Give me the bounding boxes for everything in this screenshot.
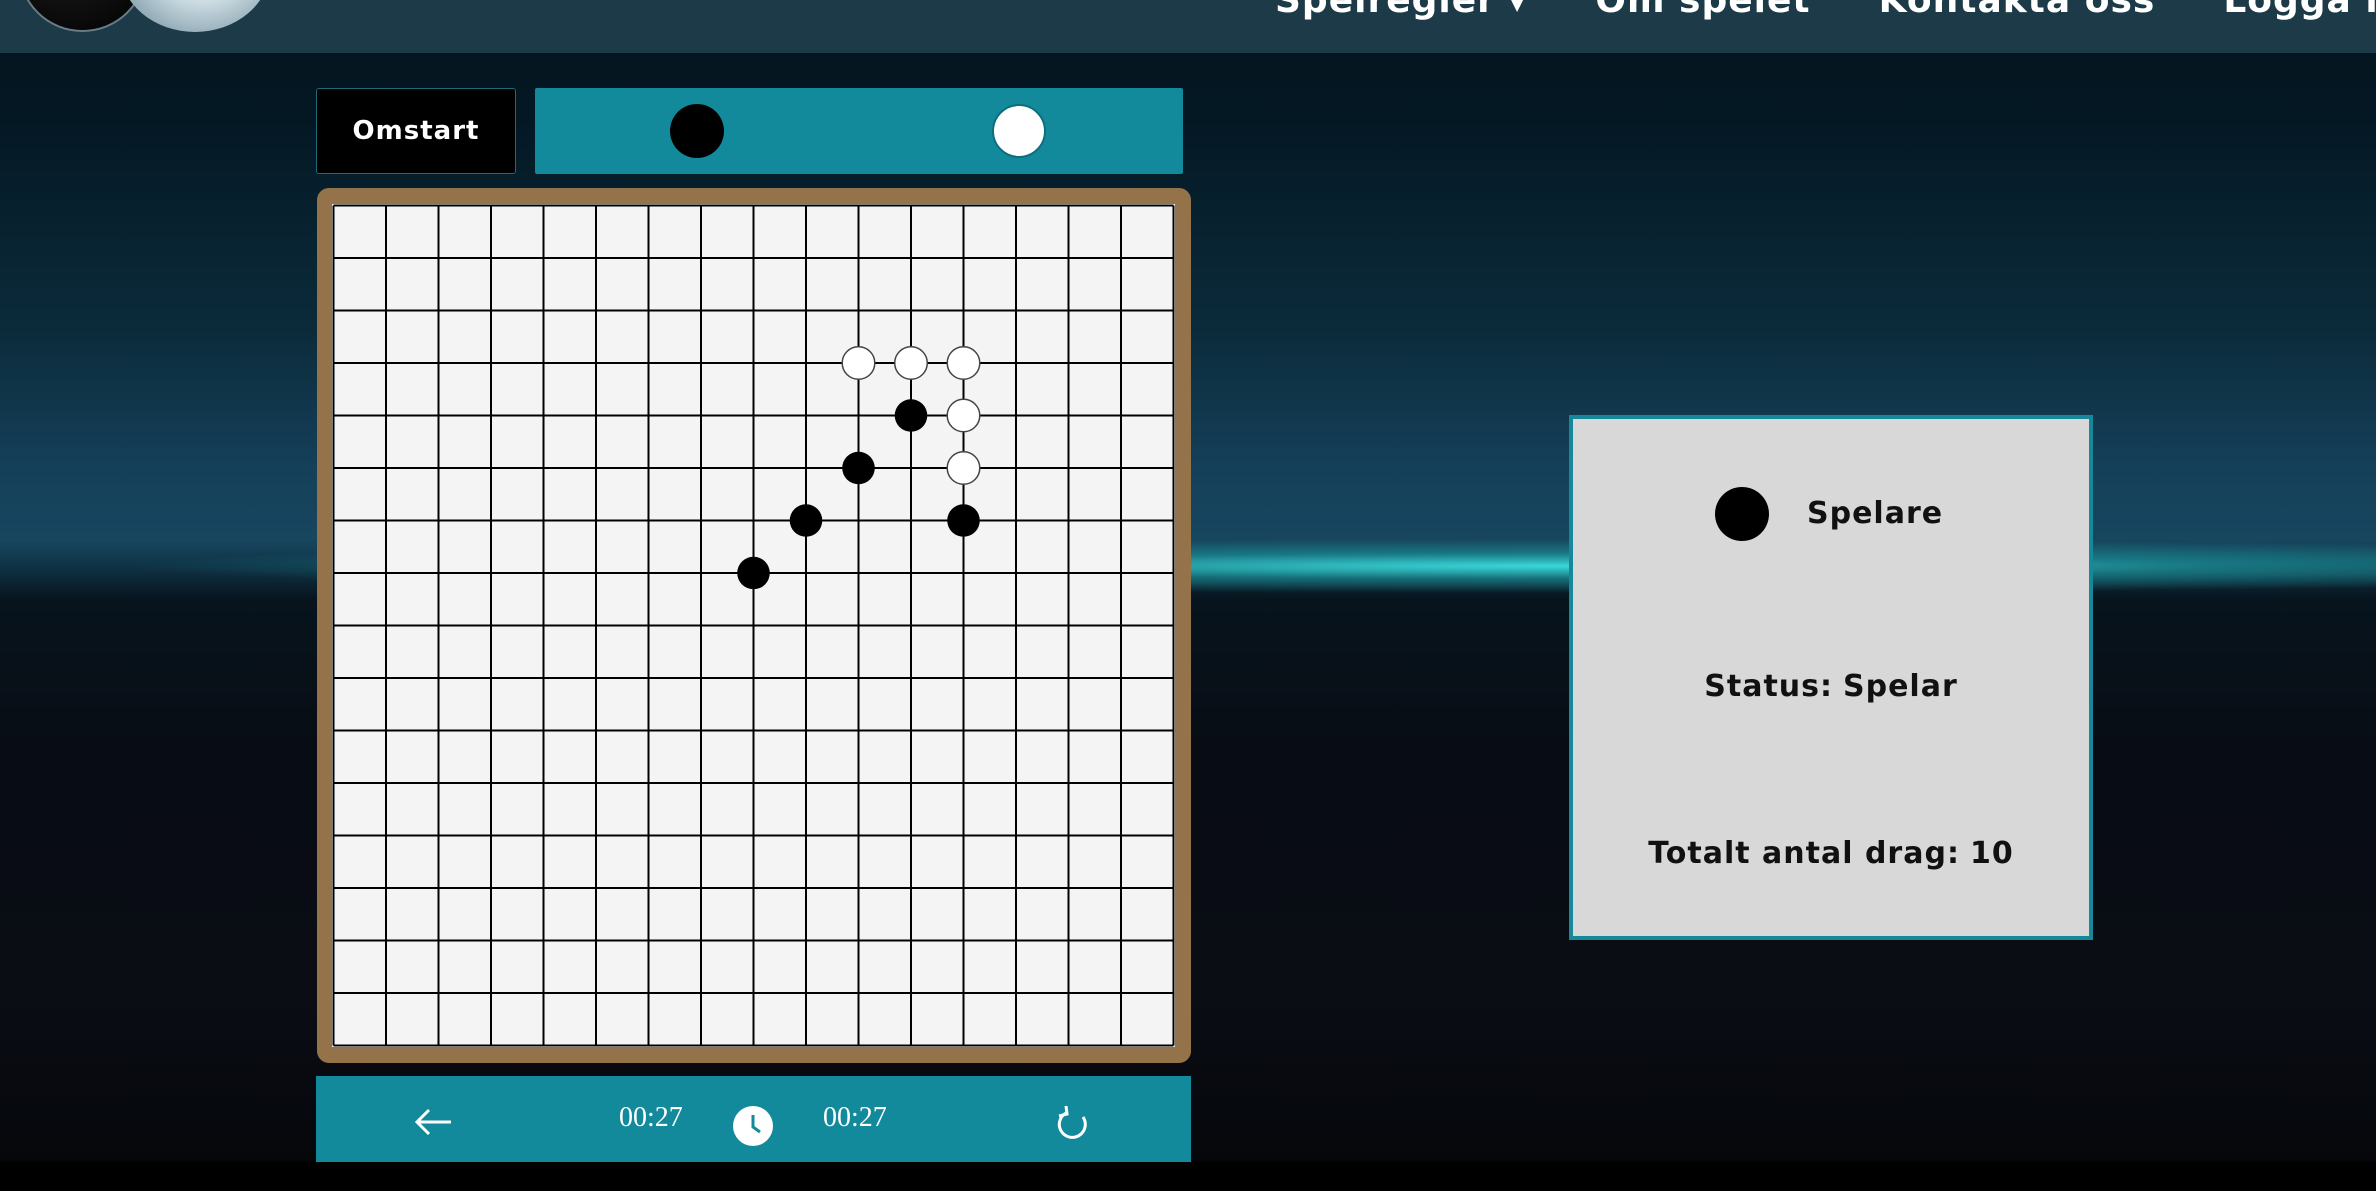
nav-item-label: Kontakta oss	[1878, 0, 2156, 21]
nav-item-spelregler[interactable]: Spelregler ▼	[1275, 0, 1527, 21]
moves-label: Totalt antal drag:	[1648, 836, 1960, 871]
white-stone	[946, 398, 981, 433]
nav-item-om-spelet[interactable]: Om spelet	[1595, 0, 1810, 21]
white-stone	[841, 345, 876, 381]
white-stone	[893, 345, 929, 381]
black-stone	[842, 451, 875, 485]
moves-count: 10	[1969, 836, 2014, 871]
top-navigation: Spelregler ▼ Om spelet Kontakta oss Logg…	[0, 0, 2376, 53]
white-player-stone	[992, 104, 1046, 158]
logo-white-stone	[120, 0, 270, 32]
black-stone	[947, 504, 980, 537]
white-player-timer: 00:27	[823, 1102, 887, 1133]
logo[interactable]	[0, 0, 290, 35]
nav-item-logga-in[interactable]: Logga in	[2223, 0, 2376, 21]
white-stone	[946, 345, 981, 381]
black-player-timer: 00:27	[619, 1102, 683, 1133]
restart-button[interactable]: Omstart	[316, 88, 516, 174]
arrow-left-icon[interactable]	[411, 1100, 455, 1144]
page-footer-band	[0, 1162, 2376, 1191]
current-player-stone	[1715, 487, 1769, 541]
black-stone	[894, 399, 928, 432]
nav-item-label: Om spelet	[1595, 0, 1811, 21]
clock-icon	[733, 1106, 773, 1146]
logo-black-stone	[20, 0, 145, 30]
nav-item-label: Logga in	[2223, 0, 2376, 21]
game-board	[317, 188, 1191, 1063]
black-stone	[737, 556, 770, 590]
player-indicator-bar	[535, 88, 1183, 174]
refresh-icon[interactable]	[1054, 1105, 1092, 1143]
status-label: Status:	[1704, 669, 1833, 704]
total-moves: Totalt antal drag: 10	[1573, 836, 2089, 871]
black-player-stone	[670, 104, 724, 158]
game-control-bar: 00:27 00:27	[316, 1076, 1191, 1162]
white-stone	[946, 450, 981, 486]
game-status-panel: Spelare Status: Spelar Totalt antal drag:…	[1569, 415, 2093, 940]
nav-menu: Spelregler ▼ Om spelet Kontakta oss Logg…	[1275, 0, 2376, 21]
game-status: Status: Spelar	[1573, 669, 2089, 704]
nav-item-kontakta-oss[interactable]: Kontakta oss	[1879, 0, 2156, 21]
status-value: Spelar	[1843, 669, 1958, 704]
player-label: Spelare	[1807, 496, 1944, 531]
black-stone	[789, 504, 823, 537]
board-grid[interactable]	[332, 204, 1175, 1047]
nav-item-label: Spelregler	[1275, 0, 1496, 21]
chevron-down-icon: ▼	[1507, 0, 1528, 15]
